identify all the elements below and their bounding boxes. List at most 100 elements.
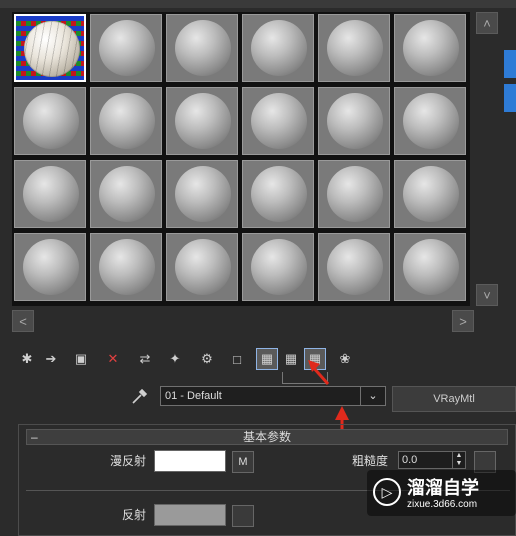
material-slot[interactable] (166, 87, 238, 155)
material-preview-sphere (99, 20, 155, 76)
delete-icon: ✕ (107, 351, 119, 366)
material-preview-sphere (99, 239, 155, 295)
material-slot[interactable] (166, 14, 238, 82)
eyedropper-icon[interactable] (130, 388, 148, 406)
material-slot[interactable] (394, 87, 466, 155)
material-preview-sphere (251, 239, 307, 295)
scroll-down-button[interactable]: ˅ (476, 284, 498, 306)
material-slot[interactable] (318, 233, 390, 301)
material-preview-sphere (175, 166, 231, 222)
diffuse-label: 漫反射 (110, 454, 147, 468)
assign-to-selection-icon: ▣ (74, 351, 88, 366)
material-preview-sphere (99, 93, 155, 149)
material-slot[interactable] (14, 233, 86, 301)
make-unique-button[interactable]: ✦ (164, 348, 186, 370)
put-to-scene-button[interactable]: ➔ (40, 348, 62, 370)
material-preview-sphere (175, 239, 231, 295)
watermark: ▷ 溜溜自学 zixue.3d66.com (367, 470, 516, 516)
material-preview-sphere (327, 239, 383, 295)
roughness-value: 0.0 (402, 454, 418, 466)
material-slot[interactable] (166, 233, 238, 301)
material-preview-sphere (23, 239, 79, 295)
show-map-button[interactable]: ▦ (256, 348, 278, 370)
top-strip (0, 0, 516, 8)
material-slot[interactable] (394, 14, 466, 82)
diffuse-color-swatch[interactable] (154, 450, 226, 472)
material-preview-sphere (175, 20, 231, 76)
reflect-label: 反射 (122, 508, 147, 522)
diffuse-map-button[interactable]: M (232, 451, 254, 473)
scroll-up-button[interactable]: ˄ (476, 12, 498, 34)
get-material-icon: ✱ (21, 351, 33, 366)
material-slot[interactable] (90, 87, 162, 155)
scroll-right-button[interactable]: ˃ (452, 310, 474, 332)
material-slot[interactable] (242, 160, 314, 228)
material-slot[interactable] (90, 233, 162, 301)
material-slot[interactable] (242, 14, 314, 82)
material-type-button[interactable]: VRayMtl (392, 386, 516, 412)
material-preview-sphere (403, 239, 459, 295)
material-slot[interactable] (318, 14, 390, 82)
chevron-left-icon: ˂ (19, 313, 27, 329)
put-to-scene-icon: ➔ (45, 351, 57, 366)
material-slot[interactable] (242, 87, 314, 155)
material-preview-sphere (327, 166, 383, 222)
delete-button[interactable]: ✕ (102, 348, 124, 370)
material-preview-sphere (251, 20, 307, 76)
material-name-field[interactable]: 01 - Default ⌄ (160, 386, 386, 406)
go-to-parent-icon: ❀ (339, 351, 351, 366)
side-button-2[interactable] (504, 84, 516, 112)
material-slot[interactable] (14, 14, 86, 82)
roughness-label: 粗糙度 (352, 454, 389, 468)
chevron-right-icon: ˃ (459, 313, 467, 329)
reflect-map-button[interactable] (232, 505, 254, 527)
spinner-arrows-icon[interactable]: ▲ ▼ (452, 452, 465, 468)
watermark-logo-icon: ▷ (373, 478, 401, 506)
material-slot[interactable] (242, 233, 314, 301)
roughness-spinner[interactable]: 0.0 ▲ ▼ (398, 451, 466, 469)
material-preview-sphere (403, 20, 459, 76)
material-slot[interactable] (394, 233, 466, 301)
material-id-icon: □ (233, 351, 241, 367)
side-button-1[interactable] (504, 50, 516, 78)
material-preview-sphere (175, 93, 231, 149)
material-slot[interactable] (14, 160, 86, 228)
material-name-value: 01 - Default (165, 390, 222, 402)
material-slot-grid (12, 12, 470, 306)
scroll-left-button[interactable]: ˂ (12, 310, 34, 332)
material-preview-sphere (403, 166, 459, 222)
material-slot[interactable] (318, 87, 390, 155)
assign-to-selection-button[interactable]: ▣ (70, 348, 92, 370)
material-slot[interactable] (318, 160, 390, 228)
material-preview-sphere (327, 20, 383, 76)
show-shaded-button[interactable]: ▦ (280, 348, 302, 370)
show-map-icon: ▦ (260, 351, 274, 366)
material-preview-sphere (403, 93, 459, 149)
chevron-down-icon: ˅ (483, 287, 491, 303)
chevron-down-icon[interactable]: ⌄ (360, 387, 385, 405)
show-shaded-icon: ▦ (284, 351, 298, 366)
watermark-url: zixue.3d66.com (407, 499, 478, 510)
get-material-button[interactable]: ✱ (16, 348, 38, 370)
material-slot[interactable] (14, 87, 86, 155)
copy-material-button[interactable]: ⇄ (134, 348, 156, 370)
make-unique-icon: ✦ (169, 351, 181, 366)
go-to-parent-button[interactable]: ❀ (334, 348, 356, 370)
basic-params-rollout-header[interactable]: – 基本参数 (26, 429, 508, 445)
material-slot[interactable] (394, 160, 466, 228)
rollout-title: 基本参数 (242, 430, 291, 444)
material-preview-sphere (251, 166, 307, 222)
material-slot[interactable] (90, 160, 162, 228)
material-preview-sphere (251, 93, 307, 149)
put-to-library-icon: ⚙ (201, 351, 213, 366)
put-to-library-button[interactable]: ⚙ (196, 348, 218, 370)
material-preview-sphere (99, 166, 155, 222)
copy-material-icon: ⇄ (139, 351, 151, 366)
material-slot[interactable] (166, 160, 238, 228)
red-arrow-icon (308, 360, 330, 385)
material-id-button[interactable]: □ (226, 348, 248, 370)
material-slot[interactable] (90, 14, 162, 82)
material-preview-sphere (23, 93, 79, 149)
reflect-color-swatch[interactable] (154, 504, 226, 526)
material-preview-sphere (24, 21, 80, 77)
